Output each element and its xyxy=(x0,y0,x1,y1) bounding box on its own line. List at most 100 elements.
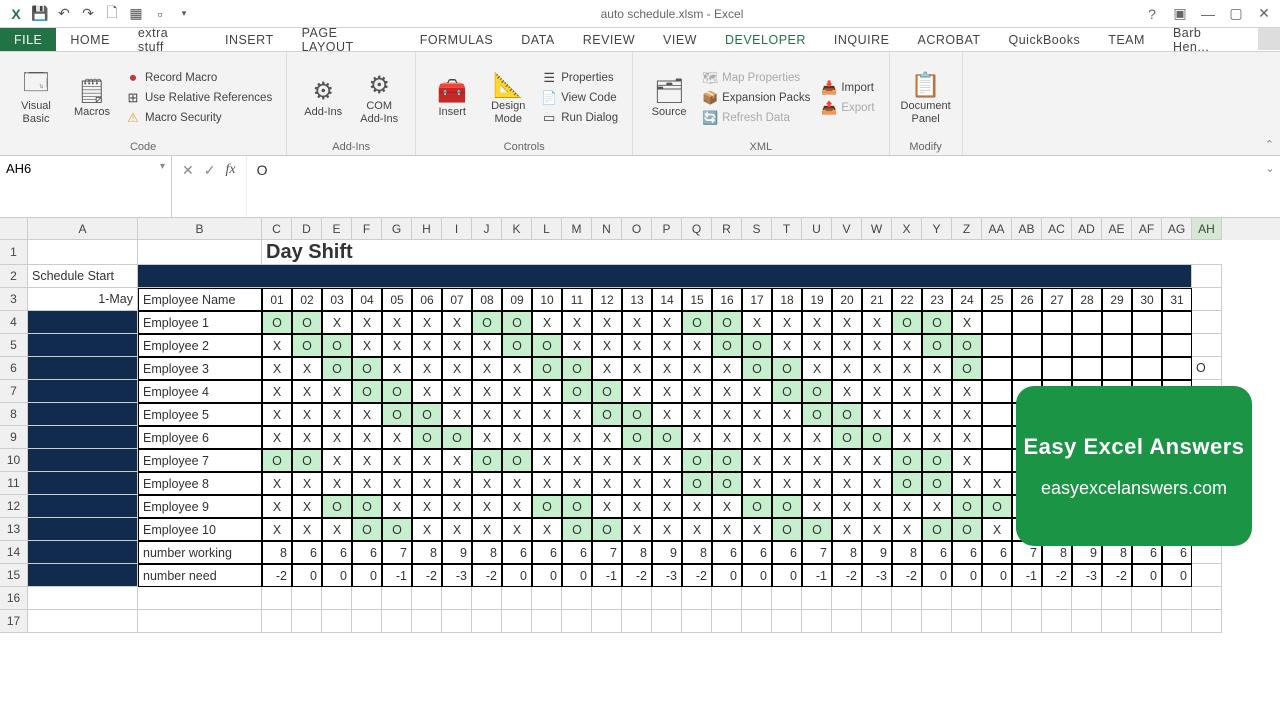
cell[interactable]: X xyxy=(622,472,652,495)
cell[interactable]: X xyxy=(862,518,892,541)
cell[interactable] xyxy=(1042,334,1072,357)
cell[interactable] xyxy=(382,587,412,610)
source-button[interactable]: 🗂Source xyxy=(643,56,695,139)
cell[interactable]: X xyxy=(802,334,832,357)
col-header[interactable]: AD xyxy=(1072,218,1102,240)
cell[interactable] xyxy=(28,518,138,541)
cell[interactable]: O xyxy=(352,380,382,403)
cell[interactable] xyxy=(1042,357,1072,380)
cell[interactable]: X xyxy=(562,403,592,426)
properties-button[interactable]: ☰Properties xyxy=(538,69,622,87)
cell[interactable]: X xyxy=(352,311,382,334)
cell[interactable]: X xyxy=(772,334,802,357)
cell[interactable] xyxy=(1102,587,1132,610)
cell[interactable]: O xyxy=(472,311,502,334)
cell[interactable] xyxy=(472,587,502,610)
cell[interactable]: 23 xyxy=(922,288,952,311)
cell[interactable]: 25 xyxy=(982,288,1012,311)
help-icon[interactable]: ? xyxy=(1144,6,1160,22)
cell[interactable]: X xyxy=(592,449,622,472)
cell[interactable]: X xyxy=(922,403,952,426)
cell[interactable]: X xyxy=(712,518,742,541)
cell[interactable]: X xyxy=(892,495,922,518)
cell[interactable]: X xyxy=(472,403,502,426)
cell[interactable]: -2 xyxy=(622,564,652,587)
cell[interactable]: X xyxy=(292,357,322,380)
cell[interactable]: X xyxy=(532,403,562,426)
cell[interactable] xyxy=(802,587,832,610)
cell[interactable]: -3 xyxy=(652,564,682,587)
com-addins-button[interactable]: ⚙COM Add-Ins xyxy=(353,56,405,139)
cell[interactable] xyxy=(952,610,982,633)
cell[interactable] xyxy=(982,357,1012,380)
cell[interactable] xyxy=(28,449,138,472)
cell[interactable]: 7 xyxy=(802,541,832,564)
cell[interactable]: X xyxy=(322,472,352,495)
record-macro-button[interactable]: ⏺Record Macro xyxy=(122,69,276,87)
cell[interactable] xyxy=(352,587,382,610)
cell[interactable] xyxy=(28,357,138,380)
cell[interactable]: -2 xyxy=(1042,564,1072,587)
cell[interactable] xyxy=(772,587,802,610)
cell[interactable]: O xyxy=(652,426,682,449)
cell[interactable]: 6 xyxy=(922,541,952,564)
cell[interactable]: X xyxy=(322,311,352,334)
cell[interactable] xyxy=(28,240,138,265)
cell[interactable]: X xyxy=(862,449,892,472)
cell[interactable]: 6 xyxy=(352,541,382,564)
cell[interactable] xyxy=(322,587,352,610)
cell[interactable]: X xyxy=(292,403,322,426)
cell[interactable]: -2 xyxy=(472,564,502,587)
cell[interactable]: O xyxy=(682,311,712,334)
cell[interactable]: X xyxy=(532,380,562,403)
cell[interactable]: X xyxy=(442,334,472,357)
cell[interactable]: 0 xyxy=(322,564,352,587)
addins-button[interactable]: ⚙Add-Ins xyxy=(297,56,349,139)
cell[interactable]: X xyxy=(292,472,322,495)
tab-view[interactable]: VIEW xyxy=(649,28,711,51)
cell[interactable] xyxy=(352,610,382,633)
cell[interactable]: X xyxy=(502,495,532,518)
cell[interactable]: X xyxy=(652,449,682,472)
cell[interactable]: X xyxy=(532,472,562,495)
cell[interactable]: O xyxy=(382,403,412,426)
cell[interactable]: 8 xyxy=(892,541,922,564)
cell[interactable]: X xyxy=(952,403,982,426)
expansion-packs-button[interactable]: 📦Expansion Packs xyxy=(699,89,814,107)
minimize-icon[interactable]: — xyxy=(1200,6,1216,22)
cell[interactable] xyxy=(682,610,712,633)
restore-icon[interactable]: ▢ xyxy=(1228,6,1244,22)
name-box-input[interactable] xyxy=(6,161,156,176)
cell[interactable]: O xyxy=(922,334,952,357)
cell[interactable]: X xyxy=(652,380,682,403)
cell[interactable]: 8 xyxy=(682,541,712,564)
enter-icon[interactable]: ✓ xyxy=(204,162,216,179)
cancel-icon[interactable]: ✕ xyxy=(182,162,194,179)
cell[interactable] xyxy=(682,587,712,610)
cell[interactable]: Employee 7 xyxy=(138,449,262,472)
cell[interactable]: 11 xyxy=(562,288,592,311)
col-header[interactable]: X xyxy=(892,218,922,240)
tab-extra[interactable]: extra stuff xyxy=(124,28,211,51)
cell[interactable] xyxy=(832,610,862,633)
cell[interactable] xyxy=(28,610,138,633)
col-header[interactable]: L xyxy=(532,218,562,240)
cell[interactable]: -3 xyxy=(862,564,892,587)
cell[interactable] xyxy=(1042,610,1072,633)
col-header[interactable]: M xyxy=(562,218,592,240)
expand-formula-icon[interactable]: ⌄ xyxy=(1260,156,1280,217)
cell[interactable] xyxy=(292,610,322,633)
cell[interactable] xyxy=(28,564,138,587)
cell[interactable]: 0 xyxy=(502,564,532,587)
cell[interactable]: O xyxy=(832,426,862,449)
cell[interactable]: X xyxy=(862,403,892,426)
cell[interactable]: X xyxy=(502,518,532,541)
cell[interactable]: 0 xyxy=(712,564,742,587)
cell[interactable]: X xyxy=(772,449,802,472)
cell[interactable]: X xyxy=(742,380,772,403)
cell[interactable] xyxy=(138,587,262,610)
cell[interactable]: 8 xyxy=(262,541,292,564)
cell[interactable]: X xyxy=(532,311,562,334)
map-properties-button[interactable]: 🗺Map Properties xyxy=(699,69,814,87)
cell[interactable]: X xyxy=(802,449,832,472)
